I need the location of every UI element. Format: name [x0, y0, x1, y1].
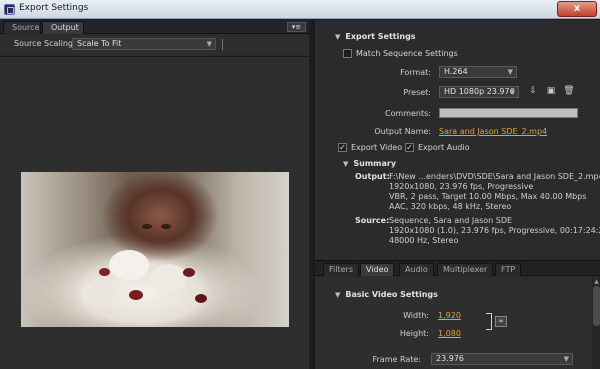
summary-heading[interactable]: ▼ Summary — [343, 159, 396, 168]
format-select[interactable]: H.264 ▼ — [439, 66, 517, 78]
height-label: Height: — [399, 329, 429, 338]
preset-value: HD 1080p 23.976 — [444, 87, 515, 96]
preset-label: Preset: — [403, 88, 431, 97]
save-preset-icon[interactable]: ⇩ — [527, 86, 539, 97]
bouquet-detail — [183, 268, 195, 277]
delete-preset-icon[interactable]: 🗑 — [563, 86, 575, 97]
export-settings-heading[interactable]: ▼ Export Settings — [335, 32, 416, 41]
collapse-triangle-icon: ▼ — [343, 160, 349, 168]
chevron-down-icon: ▼ — [509, 88, 515, 96]
height-value[interactable]: 1,080 — [438, 329, 461, 338]
bouquet-detail — [142, 224, 152, 229]
scroll-up-icon[interactable]: ▲ — [593, 279, 600, 285]
width-label: Width: — [403, 311, 429, 320]
bouquet-detail — [129, 290, 143, 300]
right-panel: ▼ Export Settings Match Sequence Settings… — [313, 20, 600, 369]
source-scaling-row: Source Scaling: Scale To Fit ▼ — [0, 35, 309, 54]
match-sequence-label: Match Sequence Settings — [356, 49, 458, 58]
preset-select[interactable]: HD 1080p 23.976 ▼ — [439, 86, 519, 98]
comments-label: Comments: — [384, 109, 431, 118]
tab-output[interactable]: Output — [42, 21, 84, 34]
import-preset-icon[interactable]: ▣ — [545, 86, 557, 97]
link-icon[interactable]: ∞ — [495, 316, 507, 327]
tab-video[interactable]: Video — [360, 263, 395, 276]
frame-rate-select[interactable]: 23.976 ▼ — [431, 353, 573, 365]
source-scaling-value: Scale To Fit — [77, 39, 122, 48]
format-label: Format: — [400, 68, 431, 77]
chevron-down-icon: ▼ — [507, 68, 513, 76]
close-button[interactable]: x — [557, 1, 597, 17]
left-tab-bar: Source Output ▾≡ — [0, 20, 309, 34]
preview-area — [0, 56, 309, 369]
window-title: Export Settings — [19, 3, 89, 13]
bouquet-detail — [99, 268, 110, 276]
bouquet-detail — [109, 250, 149, 280]
export-audio-checkbox[interactable]: ✓ — [405, 143, 414, 152]
source-scaling-select[interactable]: Scale To Fit ▼ — [72, 38, 216, 50]
left-panel: Source Output ▾≡ Source Scaling: Scale T… — [0, 20, 309, 369]
collapse-triangle-icon: ▼ — [335, 291, 341, 299]
collapse-triangle-icon: ▼ — [335, 33, 341, 41]
divider — [222, 39, 223, 50]
tab-source[interactable]: Source — [3, 21, 41, 34]
chevron-down-icon: ▼ — [206, 40, 212, 48]
width-value[interactable]: 1,920 — [438, 311, 461, 320]
summary-source-line: 48000 Hz, Stereo — [389, 236, 459, 245]
tab-ftp[interactable]: FTP — [495, 263, 522, 276]
export-video-checkbox[interactable]: ✓ — [338, 143, 347, 152]
source-scaling-label: Source Scaling: — [14, 39, 76, 48]
summary-output-label: Output: — [355, 172, 390, 181]
summary-source-line: Sequence, Sara and Jason SDE — [389, 216, 513, 225]
app-icon — [4, 4, 15, 15]
summary-source-line: 1920x1080 (1.0), 23.976 fps, Progressive… — [389, 226, 600, 235]
summary-source-label: Source: — [355, 216, 390, 225]
basic-video-heading[interactable]: ▼ Basic Video Settings — [335, 290, 438, 299]
export-audio-label: Export Audio — [418, 143, 470, 152]
scrollbar-thumb[interactable] — [593, 286, 600, 326]
bouquet-detail — [81, 280, 115, 306]
output-name-link[interactable]: Sara and Jason SDE_2.mp4 — [439, 127, 547, 136]
settings-tab-bar: Filters Video Audio Multiplexer FTP — [315, 260, 600, 276]
summary-output-line: F:\New ...enders\DVD\SDE\Sara and Jason … — [389, 172, 600, 181]
output-name-label: Output Name: — [374, 127, 431, 136]
tab-multiplexer[interactable]: Multiplexer — [437, 263, 494, 276]
export-video-label: Export Video — [351, 143, 403, 152]
bouquet-detail — [151, 264, 187, 292]
title-bar: Export Settings x — [0, 0, 600, 19]
comments-field[interactable] — [439, 108, 578, 118]
format-value: H.264 — [444, 67, 468, 76]
frame-rate-label: Frame Rate: — [372, 355, 421, 364]
summary-output-line: AAC, 320 kbps, 48 kHz, Stereo — [389, 202, 512, 211]
bouquet-detail — [195, 294, 207, 303]
video-preview-frame — [21, 172, 289, 327]
chevron-down-icon: ▼ — [563, 355, 569, 363]
frame-rate-value: 23.976 — [436, 354, 464, 363]
summary-output-line: VBR, 2 pass, Target 10.00 Mbps, Max 40.0… — [389, 192, 587, 201]
match-sequence-checkbox[interactable] — [343, 49, 352, 58]
panel-menu-icon[interactable]: ▾≡ — [287, 22, 306, 32]
video-settings-panel: ▼ Basic Video Settings Width: 1,920 Heigh… — [315, 278, 600, 369]
tab-filters[interactable]: Filters — [323, 263, 359, 276]
bouquet-detail — [161, 224, 171, 229]
aspect-bracket — [486, 313, 492, 330]
summary-output-line: 1920x1080, 23.976 fps, Progressive — [389, 182, 534, 191]
tab-audio[interactable]: Audio — [399, 263, 434, 276]
